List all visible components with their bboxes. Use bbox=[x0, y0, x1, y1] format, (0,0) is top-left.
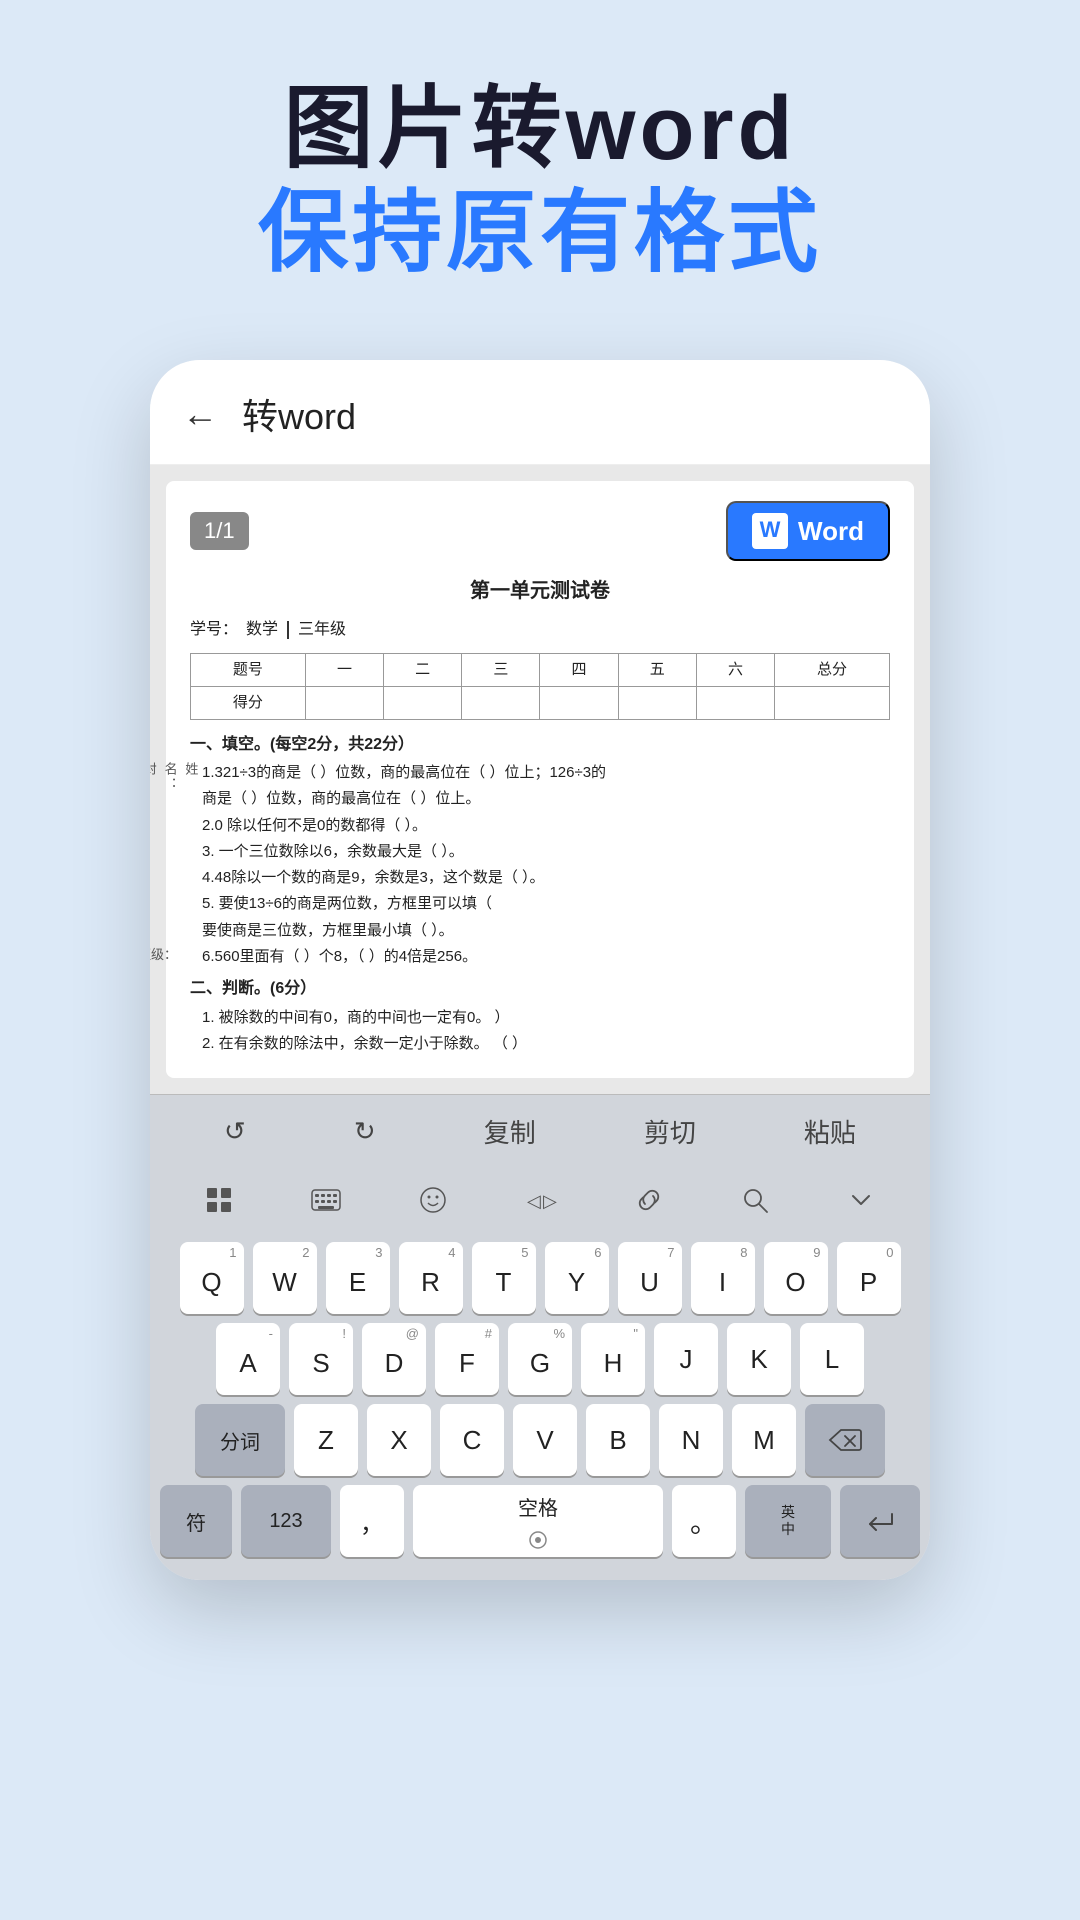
search-icon[interactable] bbox=[731, 1178, 779, 1228]
svg-text:▷: ▷ bbox=[543, 1191, 557, 1211]
key-fu[interactable]: 符 bbox=[160, 1485, 232, 1557]
word-export-button[interactable]: W Word bbox=[726, 501, 890, 561]
doc-para-2: 2.0 除以任何不是0的数都得（ ）。 bbox=[190, 814, 890, 837]
key-a[interactable]: -A bbox=[216, 1323, 280, 1395]
doc-meta: 学号： 数学 三年级 bbox=[190, 617, 890, 643]
doc-para-6: 6.560里面有（ ）个8，（ ）的4倍是256。 bbox=[190, 945, 890, 968]
key-j[interactable]: J bbox=[654, 1323, 718, 1395]
emoji-icon[interactable] bbox=[409, 1178, 457, 1228]
key-e[interactable]: 3E bbox=[326, 1242, 390, 1314]
key-c[interactable]: C bbox=[440, 1404, 504, 1476]
doc-para-5a: 5. 要使13÷6的商是两位数，方框里可以填（ bbox=[190, 892, 890, 915]
key-comma[interactable]: ， bbox=[340, 1485, 404, 1557]
back-button[interactable]: ← bbox=[182, 393, 218, 435]
document-inner: 1/1 W Word 第一单元测试卷 学号： 数学 三年级 题 bbox=[166, 481, 914, 1078]
key-y[interactable]: 6Y bbox=[545, 1242, 609, 1314]
hero-line2-accent: 原有格式 bbox=[446, 183, 822, 283]
key-n[interactable]: N bbox=[659, 1404, 723, 1476]
key-z[interactable]: Z bbox=[294, 1404, 358, 1476]
keyboard-icon[interactable] bbox=[301, 1181, 351, 1225]
doc-para-1: 1.321÷3的商是（ ）位数，商的最高位在（ ）位上；126÷3的 bbox=[190, 761, 890, 784]
key-d[interactable]: @D bbox=[362, 1323, 426, 1395]
doc-meta-subject: 数学 bbox=[246, 617, 278, 643]
doc-judge-1: 1. 被除数的中间有0，商的中间也一定有0。 ） bbox=[190, 1006, 890, 1029]
key-w[interactable]: 2W bbox=[253, 1242, 317, 1314]
doc-para-1b: 商是（ ）位数，商的最高位在（ ）位上。 bbox=[190, 787, 890, 810]
keyboard-toolbar: ↺ ↻ 复制 剪切 粘贴 bbox=[150, 1094, 930, 1168]
key-b[interactable]: B bbox=[586, 1404, 650, 1476]
cursor bbox=[287, 621, 289, 639]
key-v[interactable]: V bbox=[513, 1404, 577, 1476]
page-indicator: 1/1 bbox=[190, 512, 249, 550]
hero-line2-prefix: 保持 bbox=[258, 183, 446, 283]
key-123[interactable]: 123 bbox=[241, 1485, 331, 1557]
key-space[interactable]: 空格 bbox=[413, 1485, 663, 1557]
key-f[interactable]: #F bbox=[435, 1323, 499, 1395]
key-i[interactable]: 8I bbox=[691, 1242, 755, 1314]
key-x[interactable]: X bbox=[367, 1404, 431, 1476]
key-enter[interactable] bbox=[840, 1485, 920, 1557]
copy-button[interactable]: 复制 bbox=[468, 1109, 552, 1154]
hero-section: 图片转word 保持原有格式 bbox=[0, 0, 1080, 287]
key-g[interactable]: %G bbox=[508, 1323, 572, 1395]
key-s[interactable]: !S bbox=[289, 1323, 353, 1395]
key-period[interactable]: 。 bbox=[672, 1485, 736, 1557]
doc-toolbar: 1/1 W Word bbox=[190, 501, 890, 561]
doc-title: 第一单元测试卷 bbox=[190, 575, 890, 607]
hero-line1: 图片转word bbox=[0, 80, 1080, 179]
key-u[interactable]: 7U bbox=[618, 1242, 682, 1314]
doc-meta-label: 学号： bbox=[190, 617, 238, 643]
key-r[interactable]: 4R bbox=[399, 1242, 463, 1314]
doc-para-3: 3. 一个三位数除以6，余数最大是（ ）。 bbox=[190, 840, 890, 863]
link-icon[interactable] bbox=[625, 1178, 673, 1228]
keyboard-row-4: 符 123 ， 空格 。 英中 bbox=[160, 1485, 920, 1557]
keyboard-top-row: ◁▷ bbox=[150, 1168, 930, 1236]
word-icon: W bbox=[752, 513, 788, 549]
svg-text:◁: ◁ bbox=[527, 1191, 541, 1211]
doc-section1: 一、填空。(每空2分，共22分） bbox=[190, 732, 890, 758]
key-o[interactable]: 9O bbox=[764, 1242, 828, 1314]
aside-ban: 班级： bbox=[150, 945, 177, 966]
key-m[interactable]: M bbox=[732, 1404, 796, 1476]
collapse-icon[interactable] bbox=[837, 1178, 885, 1228]
doc-section2: 二、判断。(6分） bbox=[190, 976, 890, 1002]
undo-button[interactable]: ↺ bbox=[208, 1112, 262, 1151]
hero-line2: 保持原有格式 bbox=[0, 179, 1080, 287]
keyboard: 1Q 2W 3E 4R 5T 6Y 7U 8I 9O 0P -A !S @D #… bbox=[150, 1236, 930, 1580]
keyboard-row-1: 1Q 2W 3E 4R 5T 6Y 7U 8I 9O 0P bbox=[160, 1242, 920, 1314]
key-fenci[interactable]: 分词 bbox=[195, 1404, 285, 1476]
app-bar-title: 转word bbox=[242, 388, 356, 440]
doc-para-4: 4.48除以一个数的商是9，余数是3，这个数是（ ）。 bbox=[190, 866, 890, 889]
cut-button[interactable]: 剪切 bbox=[628, 1109, 712, 1154]
doc-para-5b: 要使商是三位数，方框里最小填（ ）。 bbox=[190, 919, 890, 942]
key-en-zh[interactable]: 英中 bbox=[745, 1485, 831, 1557]
key-h[interactable]: "H bbox=[581, 1323, 645, 1395]
redo-button[interactable]: ↻ bbox=[338, 1112, 392, 1151]
doc-judge-2: 2. 在有余数的除法中，余数一定小于除数。 （ ） bbox=[190, 1032, 890, 1055]
key-l[interactable]: L bbox=[800, 1323, 864, 1395]
key-k[interactable]: K bbox=[727, 1323, 791, 1395]
keyboard-row-3: 分词 Z X C V B N M bbox=[160, 1404, 920, 1476]
key-p[interactable]: 0P bbox=[837, 1242, 901, 1314]
doc-meta-grade: 三年级 bbox=[298, 617, 346, 643]
phone-mockup: ← 转word 1/1 W Word 第一单元测试卷 学号： 数学 三年级 bbox=[150, 360, 930, 1580]
keyboard-row-2: -A !S @D #F %G "H J K L bbox=[160, 1323, 920, 1395]
document-area: 1/1 W Word 第一单元测试卷 学号： 数学 三年级 题 bbox=[150, 465, 930, 1094]
doc-content: 第一单元测试卷 学号： 数学 三年级 题号 一 二 三 四 五 bbox=[190, 575, 890, 1055]
score-table: 题号 一 二 三 四 五 六 总分 得分 bbox=[190, 653, 890, 720]
key-backspace[interactable] bbox=[805, 1404, 885, 1476]
app-bar: ← 转word bbox=[150, 360, 930, 465]
key-q[interactable]: 1Q bbox=[180, 1242, 244, 1314]
aside-xingming: 姓名：封 bbox=[150, 762, 200, 792]
key-t[interactable]: 5T bbox=[472, 1242, 536, 1314]
grid-icon[interactable] bbox=[195, 1178, 243, 1228]
cursor-icon[interactable]: ◁▷ bbox=[515, 1181, 567, 1225]
paste-button[interactable]: 粘贴 bbox=[788, 1109, 872, 1154]
